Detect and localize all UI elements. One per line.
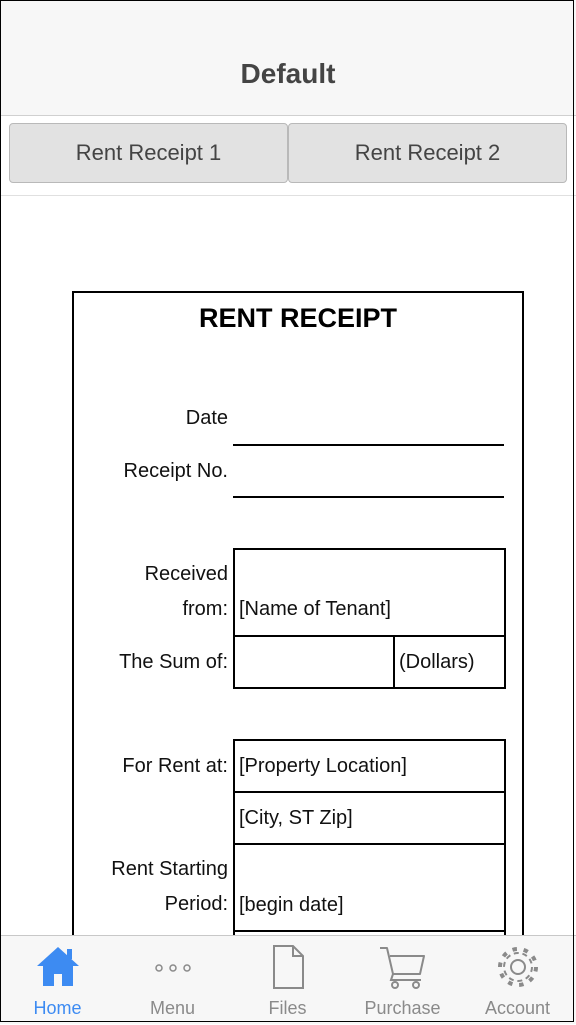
sum-amount-field[interactable]	[233, 635, 395, 689]
period-begin-field[interactable]: [begin date]	[233, 843, 506, 932]
received-label-line2: from:	[182, 598, 228, 620]
home-icon	[35, 944, 81, 993]
rent-at-label: For Rent at:	[122, 755, 228, 777]
tab-rent-receipt-2[interactable]: Rent Receipt 2	[288, 123, 567, 183]
file-icon	[265, 944, 311, 995]
sum-unit-cell: (Dollars)	[393, 635, 506, 689]
tab-purchase-label: Purchase	[364, 998, 441, 1018]
period-label-line1: Rent Starting	[111, 858, 228, 880]
receipt-document[interactable]: RENT RECEIPT Date Receipt No. Received f…	[72, 291, 524, 991]
tab-account[interactable]: Account	[460, 936, 575, 1025]
tab-menu-label: Menu	[149, 998, 196, 1018]
nav-header: Default	[0, 0, 576, 116]
receipt-title: RENT RECEIPT	[198, 303, 398, 333]
tab-rent-receipt-1[interactable]: Rent Receipt 1	[9, 123, 288, 183]
tab-files[interactable]: Files	[230, 936, 345, 1025]
received-label-line1: Received	[144, 563, 228, 585]
gear-icon	[495, 944, 541, 995]
tab-home[interactable]: Home	[0, 936, 115, 1025]
tab-files-label: Files	[268, 998, 307, 1018]
tab-bar: Home Menu Files Purchase Account	[0, 935, 576, 1024]
receipt-no-field[interactable]	[233, 496, 504, 498]
received-from-field[interactable]: [Name of Tenant]	[233, 548, 506, 637]
page-title: Default	[240, 58, 336, 89]
more-icon	[150, 944, 196, 993]
divider	[0, 195, 576, 196]
tab-purchase[interactable]: Purchase	[345, 936, 460, 1025]
date-label: Date	[185, 407, 228, 429]
period-begin-value: [begin date]	[239, 894, 344, 916]
period-label-line2: Period:	[164, 893, 228, 915]
date-field[interactable]	[233, 444, 504, 446]
cart-icon	[378, 944, 428, 995]
sum-label: The Sum of:	[119, 651, 228, 673]
tab-account-label: Account	[484, 998, 551, 1018]
tab-menu[interactable]: Menu	[115, 936, 230, 1025]
property-location-field[interactable]: [Property Location]	[233, 739, 506, 793]
city-value: [City, ST Zip]	[239, 807, 353, 829]
received-from-value: [Name of Tenant]	[239, 598, 391, 620]
tab-home-label: Home	[33, 998, 82, 1018]
receipt-no-label: Receipt No.	[123, 460, 229, 482]
city-field[interactable]: [City, ST Zip]	[233, 791, 506, 845]
sum-unit: (Dollars)	[399, 651, 475, 673]
property-location-value: [Property Location]	[239, 755, 407, 777]
